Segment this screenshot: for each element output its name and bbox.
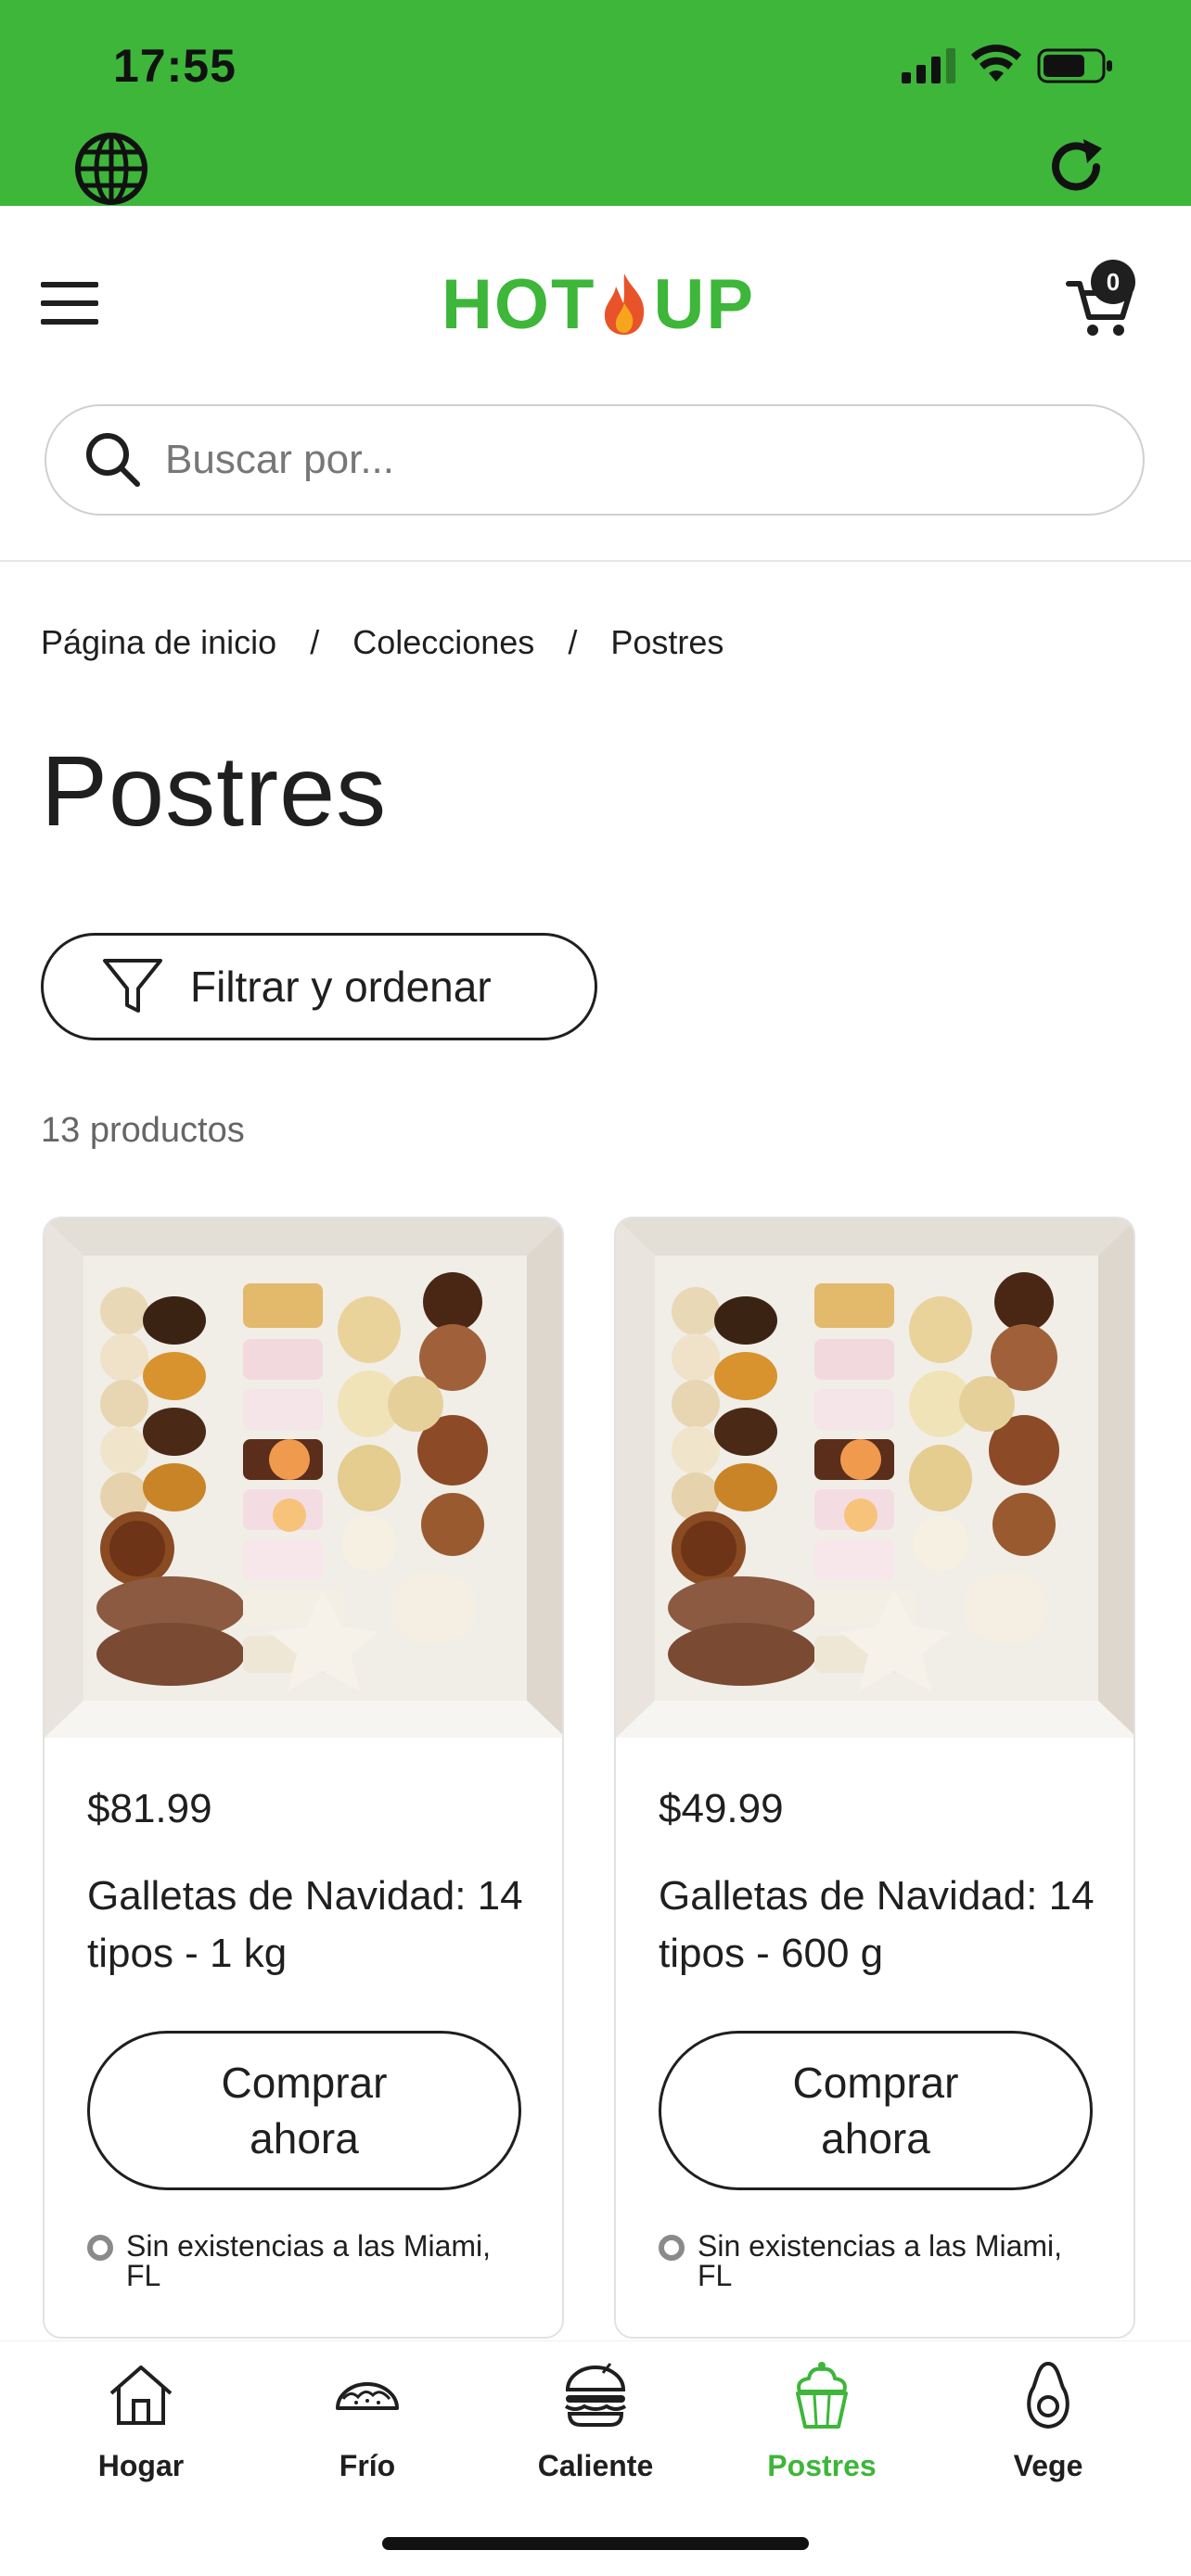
stock-indicator-icon (87, 2235, 113, 2261)
cupcake-icon (796, 2362, 848, 2429)
product-image[interactable] (45, 1218, 562, 1738)
search-bar[interactable] (45, 404, 1145, 516)
breadcrumb-current: Postres (610, 623, 724, 661)
stock-status-text: Sin existencias a las Miami, FL (126, 2229, 492, 2292)
brand-logo[interactable]: HOT UP (442, 265, 755, 344)
signal-icon (902, 48, 955, 83)
battery-icon (1037, 48, 1112, 83)
menu-icon[interactable] (41, 280, 98, 326)
status-time: 17:55 (113, 40, 237, 92)
page-title: Postres (41, 734, 388, 847)
buy-now-button[interactable]: Comprar ahora (87, 2031, 521, 2190)
stock-status-text: Sin existencias a las Miami, FL (698, 2229, 1063, 2292)
house-icon (109, 2366, 173, 2425)
nav-label: Frío (339, 2449, 396, 2482)
product-name[interactable]: Galletas de Navidad: 14 tipos - 600 g (659, 1868, 1104, 1983)
product-count: 13 productos (41, 1111, 245, 1150)
search-input[interactable] (165, 437, 1093, 483)
nav-item-frio[interactable]: Frío (275, 2360, 460, 2508)
home-indicator[interactable] (382, 2537, 809, 2550)
flame-icon (605, 274, 645, 335)
breadcrumb-collections[interactable]: Colecciones (352, 623, 534, 662)
funnel-icon (103, 959, 162, 1013)
nav-item-hogar[interactable]: Hogar (48, 2360, 234, 2508)
taco-icon (336, 2382, 399, 2410)
nav-label: Hogar (97, 2449, 185, 2482)
avocado-icon (1027, 2361, 1069, 2429)
burger-icon (564, 2363, 627, 2427)
breadcrumb-home[interactable]: Página de inicio (41, 623, 276, 662)
nav-item-caliente[interactable]: Caliente (503, 2360, 688, 2508)
breadcrumb-separator: / (310, 623, 320, 661)
globe-icon[interactable] (74, 132, 148, 206)
product-image[interactable] (616, 1218, 1133, 1738)
stock-indicator-icon (659, 2235, 685, 2261)
breadcrumb-separator: / (568, 623, 578, 661)
product-price: $81.99 (87, 1786, 212, 1831)
status-bar: 17:55 (0, 0, 1191, 206)
nav-item-vege[interactable]: Vege (955, 2360, 1141, 2508)
site-header: HOT UP 0 (0, 206, 1191, 562)
logo-text-right: UP (653, 264, 756, 344)
breadcrumb: Página de inicio / Colecciones / Postres (41, 623, 724, 662)
wifi-icon (971, 45, 1021, 82)
nav-label: Postres (767, 2449, 877, 2482)
search-icon (86, 433, 140, 487)
filter-sort-button[interactable]: Filtrar y ordenar (41, 933, 597, 1040)
reload-icon[interactable] (1046, 135, 1109, 198)
stock-status: Sin existencias a las Miami, FL (87, 2231, 532, 2290)
filter-sort-label: Filtrar y ordenar (190, 963, 492, 1011)
cart-count-badge: 0 (1091, 260, 1135, 304)
logo-text-left: HOT (442, 264, 596, 344)
product-card[interactable]: $49.99 Galletas de Navidad: 14 tipos - 6… (614, 1217, 1135, 2339)
buy-now-button[interactable]: Comprar ahora (659, 2031, 1093, 2190)
stock-status: Sin existencias a las Miami, FL (659, 2231, 1104, 2290)
nav-label: Caliente (537, 2449, 654, 2482)
product-card[interactable]: $81.99 Galletas de Navidad: 14 tipos - 1… (43, 1217, 564, 2339)
nav-label: Vege (1013, 2449, 1083, 2482)
nav-item-postres[interactable]: Postres (729, 2360, 915, 2508)
product-name[interactable]: Galletas de Navidad: 14 tipos - 1 kg (87, 1868, 532, 1983)
product-price: $49.99 (659, 1786, 784, 1831)
